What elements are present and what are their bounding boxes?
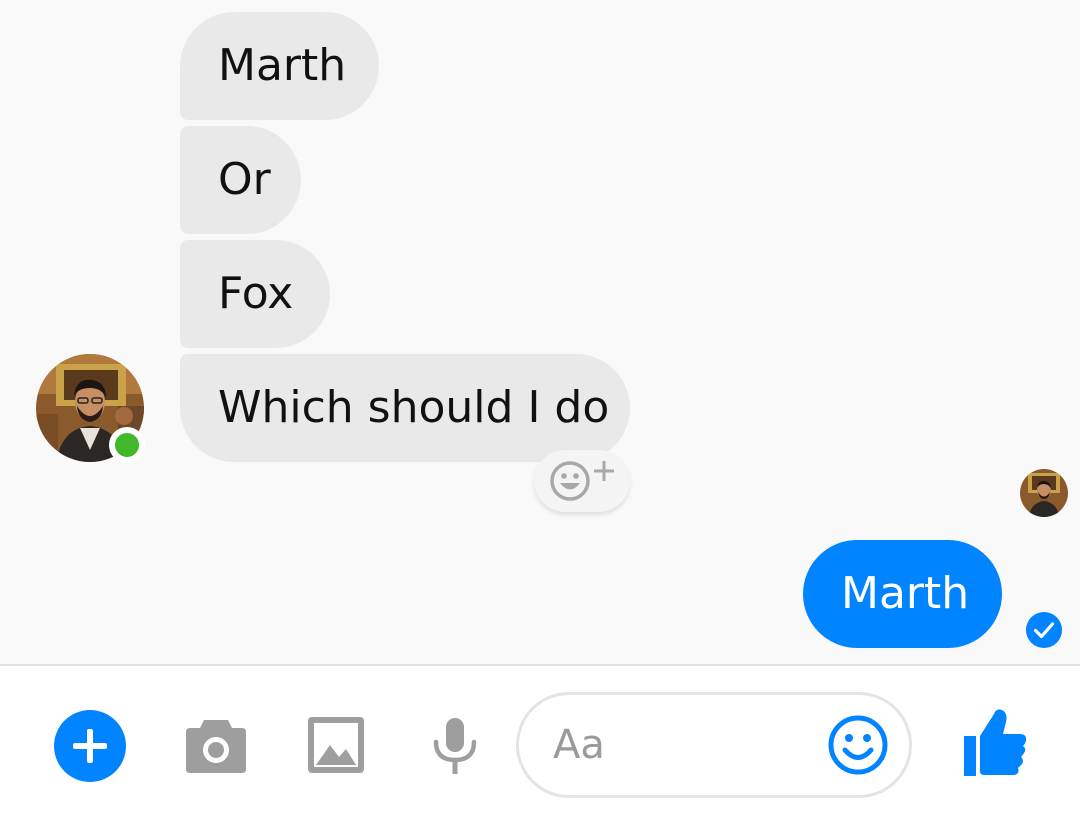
online-status-dot [109,427,145,463]
outgoing-message[interactable]: Marth [803,540,1002,648]
add-reaction-button[interactable] [534,450,630,512]
incoming-message[interactable]: Or [180,126,301,234]
avatar-photo [1020,469,1068,517]
message-list[interactable]: Marth Or Fox Which should I do Marth [0,0,1080,664]
plus-circle-icon[interactable] [54,710,126,782]
message-input-container[interactable] [516,692,912,798]
smiley-icon[interactable] [828,715,888,775]
message-input[interactable] [553,695,823,795]
read-receipt-avatar [1020,469,1068,517]
add-reaction-icon [550,461,614,501]
incoming-message[interactable]: Marth [180,12,379,120]
microphone-icon[interactable] [432,718,478,776]
image-icon[interactable] [308,717,364,773]
check-circle-icon [1026,612,1062,648]
thumbs-up-icon[interactable] [964,708,1028,776]
incoming-message[interactable]: Fox [180,240,330,348]
incoming-message[interactable]: Which should I do [180,354,630,462]
composer-bar [0,664,1080,822]
camera-icon[interactable] [184,716,248,774]
